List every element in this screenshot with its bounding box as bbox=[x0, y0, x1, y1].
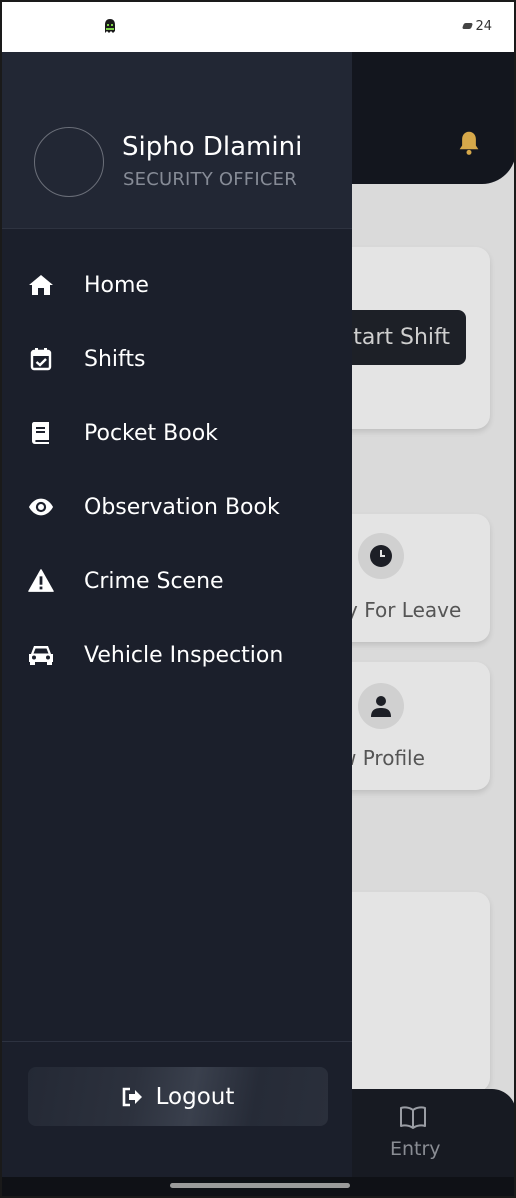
clock-icon-wrap bbox=[358, 533, 404, 579]
info-card bbox=[332, 892, 490, 1092]
calendar-check-icon bbox=[28, 346, 54, 372]
view-profile-label: w Profile bbox=[340, 746, 425, 770]
person-icon-wrap bbox=[358, 683, 404, 729]
bell-icon[interactable] bbox=[454, 128, 484, 158]
menu-item-home[interactable]: Home bbox=[2, 248, 352, 322]
open-book-icon[interactable] bbox=[399, 1105, 427, 1129]
home-indicator[interactable] bbox=[170, 1183, 350, 1188]
user-role: SECURITY OFFICER bbox=[123, 169, 297, 190]
view-profile-card[interactable] bbox=[332, 662, 490, 790]
user-name: Sipho Dlamini bbox=[122, 132, 303, 162]
battery-icon bbox=[462, 23, 474, 29]
drawer-divider bbox=[2, 1041, 352, 1042]
bottom-nav-entry-label[interactable]: Entry bbox=[390, 1138, 441, 1160]
apply-leave-card[interactable] bbox=[332, 514, 490, 642]
menu-item-pocket-book[interactable]: Pocket Book bbox=[2, 396, 352, 470]
bottom-nav bbox=[332, 1089, 514, 1177]
menu-item-observation-book[interactable]: Observation Book bbox=[2, 470, 352, 544]
app-notification-icon bbox=[105, 19, 115, 33]
book-icon bbox=[28, 420, 54, 446]
apply-leave-label: y For Leave bbox=[346, 598, 462, 622]
menu-label-vehicle-inspection: Vehicle Inspection bbox=[84, 642, 284, 668]
start-shift-button[interactable]: Start Shift bbox=[332, 310, 466, 365]
status-bar: 24 bbox=[2, 2, 514, 52]
logout-label: Logout bbox=[155, 1083, 235, 1110]
avatar[interactable] bbox=[34, 127, 104, 197]
clock-icon bbox=[370, 545, 392, 567]
status-time: 24 bbox=[475, 19, 492, 34]
warning-icon bbox=[28, 568, 54, 594]
status-indicators: 24 bbox=[462, 19, 492, 34]
menu-item-vehicle-inspection[interactable]: Vehicle Inspection bbox=[2, 618, 352, 692]
app-frame: 24 Start Shift y For Leave w Profile Ent… bbox=[0, 0, 516, 1198]
drawer-menu: Home Shifts Pocket Book Observation Book… bbox=[2, 248, 352, 692]
menu-item-shifts[interactable]: Shifts bbox=[2, 322, 352, 396]
menu-label-shifts: Shifts bbox=[84, 346, 146, 372]
menu-label-home: Home bbox=[84, 272, 149, 298]
logout-icon bbox=[122, 1087, 142, 1106]
drawer-header: Sipho Dlamini SECURITY OFFICER bbox=[2, 52, 352, 229]
home-icon bbox=[28, 272, 54, 298]
menu-label-crime-scene: Crime Scene bbox=[84, 568, 224, 594]
logout-button[interactable]: Logout bbox=[28, 1067, 328, 1126]
eye-icon bbox=[28, 494, 54, 520]
menu-label-observation-book: Observation Book bbox=[84, 494, 280, 520]
car-icon bbox=[28, 642, 54, 668]
menu-item-crime-scene[interactable]: Crime Scene bbox=[2, 544, 352, 618]
menu-label-pocket-book: Pocket Book bbox=[84, 420, 218, 446]
navigation-drawer: Sipho Dlamini SECURITY OFFICER Home Shif… bbox=[2, 52, 352, 1177]
person-icon bbox=[371, 696, 391, 717]
